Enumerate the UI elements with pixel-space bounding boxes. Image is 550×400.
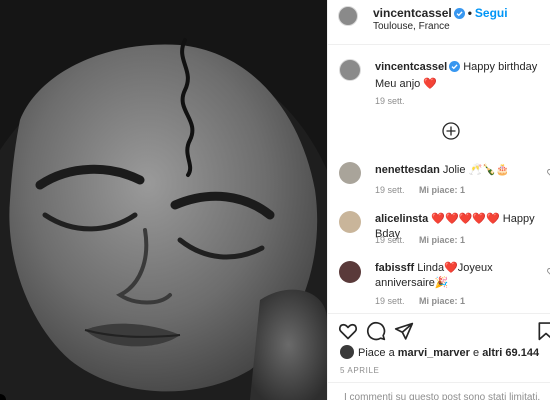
comments-limited-text: I commenti su questo post sono stati lim… [344, 392, 541, 400]
caption-emoji: ❤️ [423, 78, 438, 90]
author-username[interactable]: vincentcassel [373, 6, 452, 20]
comment-likes[interactable]: Mi piace: 1 [419, 235, 465, 245]
comment-username[interactable]: fabissff [375, 262, 414, 274]
separator-dot: • [467, 6, 472, 20]
verified-badge-icon [453, 8, 465, 22]
comment-time[interactable]: 19 sett. [375, 235, 405, 245]
caption-avatar[interactable] [339, 59, 361, 81]
liker-avatar[interactable] [340, 345, 354, 359]
post-header: vincentcassel • Segui Toulouse, France [328, 0, 550, 45]
post-side-panel: vincentcassel • Segui Toulouse, France vin… [327, 0, 550, 400]
location-link[interactable]: Toulouse, France [373, 21, 450, 33]
liked-middle: e [473, 347, 480, 359]
follow-button[interactable]: Segui [475, 6, 508, 20]
commenter-avatar[interactable] [339, 261, 361, 283]
paper-plane-icon[interactable] [394, 321, 414, 341]
comment-time[interactable]: 19 sett. [375, 185, 405, 195]
load-more-comments-button[interactable] [442, 122, 460, 140]
action-bar [328, 313, 550, 343]
caption-username[interactable]: vincentcassel [375, 61, 447, 73]
post-photo-image [0, 0, 327, 400]
comment-meta: 19 sett. Mi piace: 1 [375, 185, 465, 195]
comment-body: Jolie 🥂🍾🎂 [442, 164, 510, 176]
comment-meta: 19 sett. Mi piace: 1 [375, 235, 465, 245]
author-line: vincentcassel • Segui [373, 6, 508, 22]
commenter-avatar[interactable] [339, 211, 361, 233]
comments-limited-notice: I commenti su questo post sono stati lim… [328, 382, 550, 400]
bookmark-icon[interactable] [536, 321, 550, 341]
plus-circle-icon [442, 122, 460, 140]
heart-outline-icon[interactable] [338, 321, 358, 341]
comment-meta: 19 sett. Mi piace: 1 [375, 296, 465, 306]
comment-likes[interactable]: Mi piace: 1 [419, 185, 465, 195]
liker-username[interactable]: marvi_marver [398, 347, 470, 359]
liked-by-line: Piace a marvi_marver e altri 69.144 [340, 345, 539, 360]
caption-time[interactable]: 19 sett. [375, 96, 405, 106]
liked-prefix: Piace a [358, 347, 395, 359]
caption-text: vincentcassel Happy birthday Meu anjo ❤️ [375, 60, 545, 92]
comment-time[interactable]: 19 sett. [375, 296, 405, 306]
comment-username[interactable]: alicelinsta [375, 213, 428, 225]
comment-text: nenettesdan Jolie 🥂🍾🎂 [375, 163, 545, 178]
commenter-avatar[interactable] [339, 162, 361, 184]
comment-username[interactable]: nenettesdan [375, 164, 440, 176]
comment-icon[interactable] [366, 321, 386, 341]
post-photo[interactable] [0, 0, 327, 400]
liked-others-count[interactable]: altri 69.144 [482, 347, 539, 359]
author-avatar[interactable] [338, 6, 358, 26]
verified-badge-icon [449, 61, 461, 77]
comment-text: fabissff Linda❤️Joyeux anniversaire🎉 [375, 261, 545, 291]
comment-likes[interactable]: Mi piace: 1 [419, 296, 465, 306]
post-date[interactable]: 5 APRILE [340, 366, 380, 375]
